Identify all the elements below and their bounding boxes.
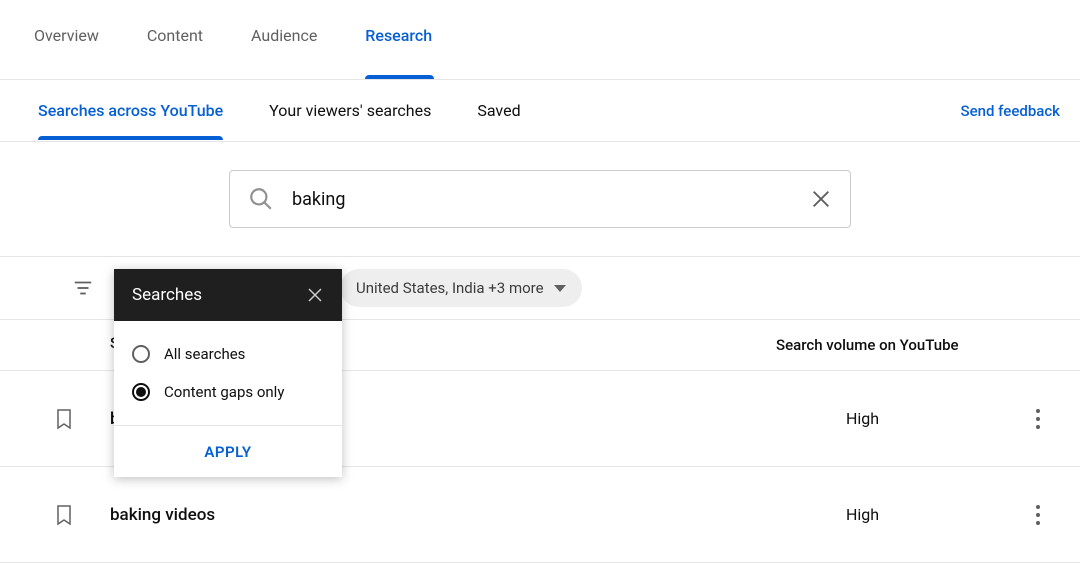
search-section: baking	[0, 142, 1080, 256]
popover-options: All searches Content gaps only	[114, 321, 342, 426]
bookmark-icon[interactable]	[52, 407, 76, 431]
tab-audience[interactable]: Audience	[251, 26, 317, 79]
popover-header: Searches	[114, 269, 342, 321]
region-filter-label: United States, India +3 more	[356, 279, 544, 297]
region-filter-chip[interactable]: United States, India +3 more	[340, 269, 582, 307]
chevron-down-icon	[554, 285, 566, 292]
subtab-searches-across-youtube[interactable]: Searches across YouTube	[38, 81, 223, 140]
close-icon[interactable]	[306, 286, 324, 304]
result-term: baking videos	[110, 505, 846, 525]
clear-icon[interactable]	[810, 188, 832, 210]
bookmark-icon[interactable]	[52, 503, 76, 527]
primary-tab-bar: Overview Content Audience Research	[0, 0, 1080, 80]
result-row: baking videos High	[0, 467, 1080, 563]
radio-icon	[132, 383, 150, 401]
more-options-icon[interactable]	[1026, 505, 1050, 525]
search-icon	[248, 186, 274, 212]
search-input[interactable]: baking	[229, 170, 851, 228]
option-label: All searches	[164, 345, 245, 363]
option-label: Content gaps only	[164, 383, 284, 401]
result-volume: High	[846, 409, 1026, 428]
filter-icon[interactable]	[72, 277, 94, 299]
searches-filter-popover: Searches All searches Content gaps only …	[114, 269, 342, 477]
tab-research[interactable]: Research	[365, 26, 432, 79]
apply-button[interactable]: APPLY	[204, 443, 251, 461]
search-value: baking	[292, 189, 810, 210]
tab-content[interactable]: Content	[147, 26, 203, 79]
tab-overview[interactable]: Overview	[34, 26, 99, 79]
send-feedback-link[interactable]: Send feedback	[961, 102, 1060, 120]
radio-icon	[132, 345, 150, 363]
popover-title: Searches	[132, 285, 202, 305]
result-volume: High	[846, 505, 1026, 524]
popover-footer: APPLY	[114, 426, 342, 477]
option-content-gaps-only[interactable]: Content gaps only	[132, 373, 324, 411]
secondary-tab-bar: Searches across YouTube Your viewers' se…	[0, 80, 1080, 142]
subtab-your-viewers-searches[interactable]: Your viewers' searches	[269, 81, 431, 140]
option-all-searches[interactable]: All searches	[132, 335, 324, 373]
column-header-volume: Search volume on YouTube	[776, 336, 1016, 354]
subtab-saved[interactable]: Saved	[477, 81, 520, 140]
more-options-icon[interactable]	[1026, 409, 1050, 429]
